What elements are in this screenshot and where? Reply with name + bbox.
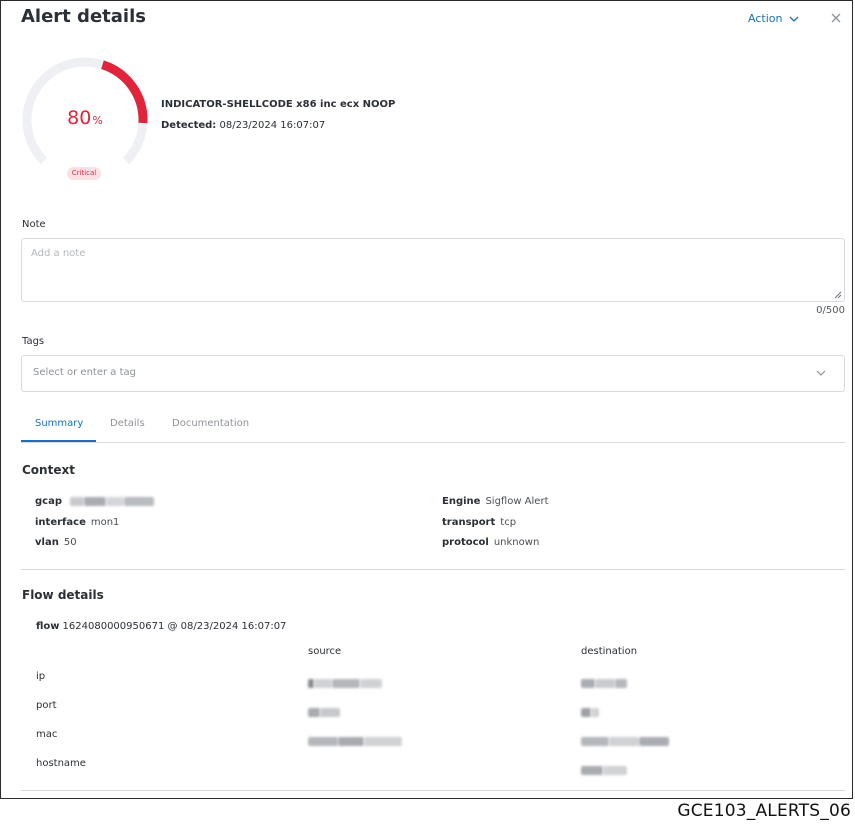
flow-details-title: Flow details <box>22 588 104 602</box>
flow-row-label: hostname <box>36 758 86 769</box>
note-char-counter: 0/500 <box>816 305 845 316</box>
context-protocol: protocol unknown <box>442 537 539 548</box>
context-transport: transport tcp <box>442 517 516 528</box>
image-caption: GCE103_ALERTS_06 <box>677 801 851 821</box>
flow-id: flow 1624080000950671 @ 08/23/2024 16:07:… <box>36 621 286 632</box>
score-number: 80 <box>67 107 92 129</box>
tags-input[interactable] <box>31 366 795 379</box>
action-label: Action <box>748 12 783 25</box>
detected-label: Detected: <box>161 120 217 131</box>
redacted-destination-port <box>581 702 599 721</box>
column-header-source: source <box>308 646 342 657</box>
context-engine: Engine Sigflow Alert <box>442 496 549 507</box>
note-field-container <box>21 238 845 302</box>
context-value: mon1 <box>90 517 120 528</box>
chevron-down-icon[interactable] <box>816 370 826 376</box>
redacted-destination-ip <box>581 673 627 692</box>
context-key: interface <box>35 517 86 528</box>
context-key: gcap <box>35 496 62 507</box>
severity-badge: Critical <box>67 167 101 180</box>
context-vlan: vlan 50 <box>35 537 77 548</box>
tab-documentation[interactable]: Documentation <box>172 418 249 429</box>
redacted-value <box>70 496 155 507</box>
column-header-destination: destination <box>581 646 638 657</box>
action-dropdown-button[interactable]: Action <box>748 12 799 25</box>
tags-label: Tags <box>22 336 45 347</box>
redacted-destination-hostname <box>581 760 627 779</box>
close-button[interactable] <box>830 12 842 24</box>
tab-summary[interactable]: Summary <box>35 418 83 429</box>
note-textarea[interactable] <box>22 239 844 301</box>
detected-value: 08/23/2024 16:07:07 <box>219 120 326 131</box>
context-key: Engine <box>442 496 481 507</box>
flow-value: 1624080000950671 @ 08/23/2024 16:07:07 <box>62 621 287 632</box>
context-key: vlan <box>35 537 59 548</box>
redacted-source-port <box>308 702 340 721</box>
section-divider <box>21 790 845 791</box>
risk-score-gauge: 80% <box>20 55 150 185</box>
context-value: 50 <box>63 537 77 548</box>
context-interface: interface mon1 <box>35 517 119 528</box>
active-tab-indicator <box>21 440 96 442</box>
context-key: transport <box>442 517 496 528</box>
resize-grip-icon[interactable] <box>834 291 842 299</box>
context-value: unknown <box>493 537 540 548</box>
flow-row-label: ip <box>36 671 46 682</box>
score-value: 80% <box>20 107 150 129</box>
panel-title: Alert details <box>21 6 146 27</box>
note-label: Note <box>22 219 46 230</box>
redacted-source-mac <box>308 731 402 750</box>
tags-select[interactable] <box>21 355 845 392</box>
context-value: tcp <box>500 517 517 528</box>
context-key: protocol <box>442 537 489 548</box>
section-divider <box>21 569 845 570</box>
detected-timestamp: Detected: 08/23/2024 16:07:07 <box>161 120 325 131</box>
flow-key: flow <box>36 621 60 632</box>
flow-row-label: mac <box>36 729 58 740</box>
alert-details-panel: Alert details Action 80% Critical INDICA… <box>0 0 853 799</box>
context-gcap: gcap <box>35 496 155 507</box>
flow-row-label: port <box>36 700 57 711</box>
redacted-source-ip <box>308 673 382 692</box>
alert-signature-name: INDICATOR-SHELLCODE x86 inc ecx NOOP <box>161 99 396 110</box>
chevron-down-icon <box>789 16 799 22</box>
context-title: Context <box>22 463 75 477</box>
tab-details[interactable]: Details <box>110 418 145 429</box>
detail-tabs: Summary Details Documentation <box>21 406 845 443</box>
redacted-destination-mac <box>581 731 669 750</box>
context-value: Sigflow Alert <box>485 496 549 507</box>
score-unit: % <box>92 114 103 127</box>
close-icon <box>831 13 841 23</box>
